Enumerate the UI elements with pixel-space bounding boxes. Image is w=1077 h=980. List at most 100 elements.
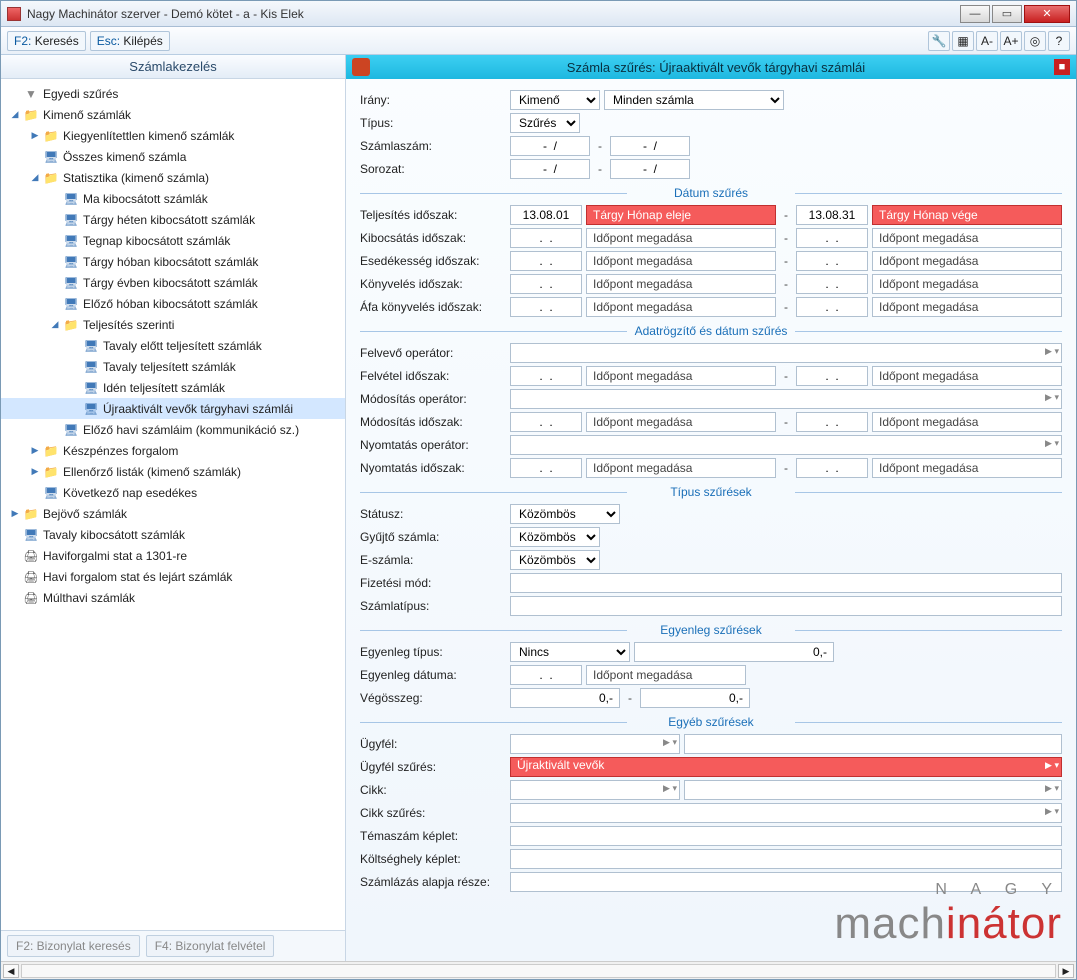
irany2-select[interactable]: Minden számla: [604, 90, 784, 110]
tree-item[interactable]: ▶🖨Haviforgalmi stat a 1301-re: [1, 545, 345, 566]
date-input[interactable]: [796, 228, 868, 248]
twisty-closed-icon[interactable]: ▶: [29, 130, 41, 142]
font-larger-icon[interactable]: A+: [1000, 31, 1022, 51]
tree-item[interactable]: ▶🖨Havi forgalom stat és lejárt számlák: [1, 566, 345, 587]
tree-item[interactable]: ▶🖥Összes kimenő számla: [1, 146, 345, 167]
date-desc[interactable]: Időpont megadása: [872, 274, 1062, 294]
tree[interactable]: ▶▼Egyedi szűrés◢📁Kimenő számlák▶📁Kiegyen…: [1, 79, 345, 930]
tree-item[interactable]: ▶🖥Idén teljesített számlák: [1, 377, 345, 398]
date-desc[interactable]: Időpont megadása: [586, 297, 776, 317]
scroll-left-icon[interactable]: ◀: [3, 964, 19, 978]
tree-item[interactable]: ▶📁Ellenőrző listák (kimenő számlák): [1, 461, 345, 482]
tree-item[interactable]: ▶🖥Következő nap esedékes: [1, 482, 345, 503]
tree-item[interactable]: ▶🖥Újraaktivált vevők tárgyhavi számlái: [1, 398, 345, 419]
felvevo-field[interactable]: ▶ ▾: [510, 343, 1062, 363]
twisty-closed-icon[interactable]: ▶: [29, 445, 41, 457]
date-input[interactable]: [796, 412, 868, 432]
search-button[interactable]: F2: Keresés: [7, 31, 86, 51]
tree-item[interactable]: ▶🖥Tegnap kibocsátott számlák: [1, 230, 345, 251]
date-desc[interactable]: Időpont megadása: [586, 228, 776, 248]
tree-item[interactable]: ◢📁Teljesítés szerinti: [1, 314, 345, 335]
date-desc[interactable]: Időpont megadása: [872, 297, 1062, 317]
szamlazas-alapja-field[interactable]: [510, 872, 1062, 892]
doc-search-button[interactable]: F2: Bizonylat keresés: [7, 935, 140, 957]
target-icon[interactable]: ◎: [1024, 31, 1046, 51]
teljesites-from-date[interactable]: [510, 205, 582, 225]
egyenleg-date[interactable]: [510, 665, 582, 685]
eszamla-select[interactable]: Közömbös: [510, 550, 600, 570]
grid-icon[interactable]: ▦: [952, 31, 974, 51]
tree-item[interactable]: ▶🖥Tárgy évben kibocsátott számlák: [1, 272, 345, 293]
ugyfel-field-1[interactable]: ▶ ▾: [510, 734, 680, 754]
twisty-open-icon[interactable]: ◢: [49, 319, 61, 331]
sorozat-to[interactable]: [610, 159, 690, 179]
tree-item[interactable]: ▶🖥Tárgy hóban kibocsátott számlák: [1, 251, 345, 272]
ugyfel-field-2[interactable]: [684, 734, 1062, 754]
tree-item[interactable]: ▶🖥Előző havi számláim (kommunikáció sz.): [1, 419, 345, 440]
exit-button[interactable]: Esc: Kilépés: [90, 31, 170, 51]
tree-item[interactable]: ▶📁Bejövő számlák: [1, 503, 345, 524]
modositas-op-field[interactable]: ▶ ▾: [510, 389, 1062, 409]
maximize-button[interactable]: ▭: [992, 5, 1022, 23]
nyomtatas-op-field[interactable]: ▶ ▾: [510, 435, 1062, 455]
egyenleg-date-desc[interactable]: Időpont megadása: [586, 665, 746, 685]
date-input[interactable]: [796, 274, 868, 294]
teljesites-to-date[interactable]: [796, 205, 868, 225]
cikk-field-2[interactable]: ▶ ▾: [684, 780, 1062, 800]
tree-item[interactable]: ▶📁Kiegyenlítettlen kimenő számlák: [1, 125, 345, 146]
date-desc[interactable]: Időpont megadása: [586, 274, 776, 294]
minimize-button[interactable]: —: [960, 5, 990, 23]
close-button[interactable]: ✕: [1024, 5, 1070, 23]
tree-item[interactable]: ◢📁Statisztika (kimenő számla): [1, 167, 345, 188]
date-desc[interactable]: Időpont megadása: [872, 366, 1062, 386]
date-input[interactable]: [796, 251, 868, 271]
egyenleg-tipus-select[interactable]: Nincs: [510, 642, 630, 662]
wrench-icon[interactable]: 🔧: [928, 31, 950, 51]
date-input[interactable]: [510, 228, 582, 248]
vegosszeg-to[interactable]: [640, 688, 750, 708]
tree-item[interactable]: ▶🖨Múlthavi számlák: [1, 587, 345, 608]
date-input[interactable]: [510, 366, 582, 386]
twisty-open-icon[interactable]: ◢: [9, 109, 21, 121]
twisty-closed-icon[interactable]: ▶: [29, 466, 41, 478]
date-desc[interactable]: Időpont megadása: [586, 412, 776, 432]
temaszam-field[interactable]: [510, 826, 1062, 846]
date-desc[interactable]: Időpont megadása: [872, 458, 1062, 478]
date-input[interactable]: [510, 297, 582, 317]
koltseghely-field[interactable]: [510, 849, 1062, 869]
doc-add-button[interactable]: F4: Bizonylat felvétel: [146, 935, 275, 957]
date-desc[interactable]: Időpont megadása: [586, 458, 776, 478]
scroll-track[interactable]: [21, 964, 1056, 978]
vegosszeg-from[interactable]: [510, 688, 620, 708]
irany-select[interactable]: Kimenő: [510, 90, 600, 110]
egyenleg-amount[interactable]: [634, 642, 834, 662]
tree-item[interactable]: ▶🖥Tavaly teljesített számlák: [1, 356, 345, 377]
szamlaszam-from[interactable]: [510, 136, 590, 156]
date-input[interactable]: [796, 297, 868, 317]
tree-item[interactable]: ▶▼Egyedi szűrés: [1, 83, 345, 104]
teljesites-to-desc[interactable]: Tárgy Hónap vége: [872, 205, 1062, 225]
date-input[interactable]: [510, 412, 582, 432]
date-desc[interactable]: Időpont megadása: [872, 251, 1062, 271]
date-desc[interactable]: Időpont megadása: [872, 228, 1062, 248]
date-input[interactable]: [510, 274, 582, 294]
date-desc[interactable]: Időpont megadása: [872, 412, 1062, 432]
horizontal-scrollbar[interactable]: ◀ ▶: [1, 961, 1076, 979]
szamlaszam-to[interactable]: [610, 136, 690, 156]
ugyfel-szures-field[interactable]: Újraktivált vevők ▶ ▾: [510, 757, 1062, 777]
cikk-field-1[interactable]: ▶ ▾: [510, 780, 680, 800]
right-close-icon[interactable]: ■: [1054, 59, 1070, 75]
help-icon[interactable]: ?: [1048, 31, 1070, 51]
cikk-szures-field[interactable]: ▶ ▾: [510, 803, 1062, 823]
szamlatipus-field[interactable]: [510, 596, 1062, 616]
statusz-select[interactable]: Közömbös: [510, 504, 620, 524]
date-desc[interactable]: Időpont megadása: [586, 251, 776, 271]
tree-item[interactable]: ▶🖥Tárgy héten kibocsátott számlák: [1, 209, 345, 230]
date-input[interactable]: [510, 458, 582, 478]
twisty-open-icon[interactable]: ◢: [29, 172, 41, 184]
sorozat-from[interactable]: [510, 159, 590, 179]
tipus-select[interactable]: Szűrés: [510, 113, 580, 133]
tree-item[interactable]: ▶🖥Tavaly kibocsátott számlák: [1, 524, 345, 545]
date-input[interactable]: [796, 366, 868, 386]
scroll-right-icon[interactable]: ▶: [1058, 964, 1074, 978]
